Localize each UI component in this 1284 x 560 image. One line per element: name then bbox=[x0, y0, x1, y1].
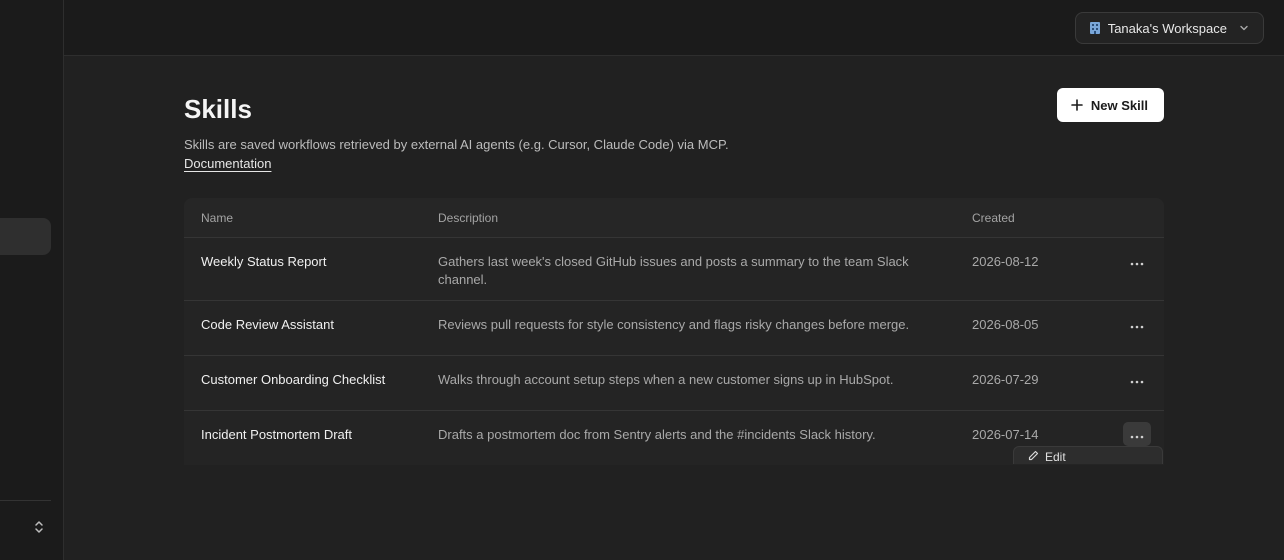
plus-icon bbox=[1071, 99, 1083, 111]
row-actions bbox=[1102, 254, 1164, 273]
more-actions-button[interactable] bbox=[1123, 312, 1151, 336]
skill-created: 2026-07-14 bbox=[972, 427, 1039, 442]
column-header-created: Created bbox=[972, 210, 1015, 225]
new-skill-button[interactable]: New Skill bbox=[1056, 88, 1164, 122]
page-title: Skills bbox=[184, 94, 252, 124]
workspace-switcher-button[interactable]: Tanaka's Workspace bbox=[1074, 12, 1264, 44]
more-horizontal-icon bbox=[1130, 427, 1144, 442]
row-actions bbox=[1102, 317, 1164, 336]
more-horizontal-icon bbox=[1130, 317, 1144, 332]
skill-created: 2026-07-29 bbox=[972, 372, 1039, 387]
skill-description: Reviews pull requests for style consiste… bbox=[438, 317, 910, 332]
more-actions-button[interactable] bbox=[1123, 367, 1151, 391]
main-content: Skills Skills are saved workflows retrie… bbox=[64, 56, 1284, 560]
building-icon bbox=[1088, 21, 1102, 35]
more-horizontal-icon bbox=[1130, 254, 1144, 269]
table-row[interactable]: Customer Onboarding Checklist Walks thro… bbox=[184, 356, 1164, 411]
skill-description: Gathers last week's closed GitHub issues… bbox=[438, 254, 909, 287]
skills-table: Name Description Created Weekly Status R… bbox=[184, 198, 1164, 465]
skill-description: Walks through account setup steps when a… bbox=[438, 372, 894, 387]
column-header-name: Name bbox=[201, 210, 234, 225]
table-header: Name Description Created bbox=[184, 198, 1164, 238]
table-row[interactable]: Weekly Status Report Gathers last week's… bbox=[184, 238, 1164, 301]
table-row[interactable]: Code Review Assistant Reviews pull reque… bbox=[184, 301, 1164, 356]
row-actions bbox=[1102, 372, 1164, 391]
sidebar bbox=[0, 0, 64, 560]
skill-created: 2026-08-05 bbox=[972, 317, 1039, 332]
new-skill-label: New Skill bbox=[1090, 97, 1148, 113]
chevrons-up-down-icon bbox=[34, 520, 44, 539]
more-actions-button[interactable] bbox=[1123, 249, 1151, 273]
workspace-name: Tanaka's Workspace bbox=[1107, 20, 1227, 36]
row-actions bbox=[1102, 422, 1164, 446]
skill-name: Weekly Status Report bbox=[201, 254, 327, 269]
skill-description: Drafts a postmortem doc from Sentry aler… bbox=[438, 427, 876, 442]
app-root: Tanaka's Workspace Skills Skills are sav… bbox=[0, 0, 1284, 560]
skill-name: Code Review Assistant bbox=[201, 317, 334, 332]
top-bar: Tanaka's Workspace bbox=[64, 0, 1284, 56]
page-description: Skills are saved workflows retrieved by … bbox=[184, 137, 729, 152]
menu-item-edit-label: Edit bbox=[1045, 450, 1066, 464]
row-actions-menu: Edit bbox=[1013, 446, 1163, 464]
sidebar-divider bbox=[0, 500, 51, 501]
sidebar-toggle-button[interactable] bbox=[30, 519, 48, 539]
more-horizontal-icon bbox=[1130, 372, 1144, 387]
documentation-link[interactable]: Documentation bbox=[184, 156, 271, 171]
chevron-down-icon bbox=[1239, 23, 1249, 33]
column-header-description: Description bbox=[438, 210, 499, 225]
menu-item-edit[interactable]: Edit bbox=[1028, 450, 1066, 464]
skill-name: Incident Postmortem Draft bbox=[201, 427, 352, 442]
more-actions-button[interactable] bbox=[1123, 422, 1151, 446]
skill-created: 2026-08-12 bbox=[972, 254, 1039, 269]
sidebar-item-active[interactable] bbox=[0, 218, 51, 255]
pencil-icon bbox=[1028, 450, 1039, 464]
skill-name: Customer Onboarding Checklist bbox=[201, 372, 386, 387]
